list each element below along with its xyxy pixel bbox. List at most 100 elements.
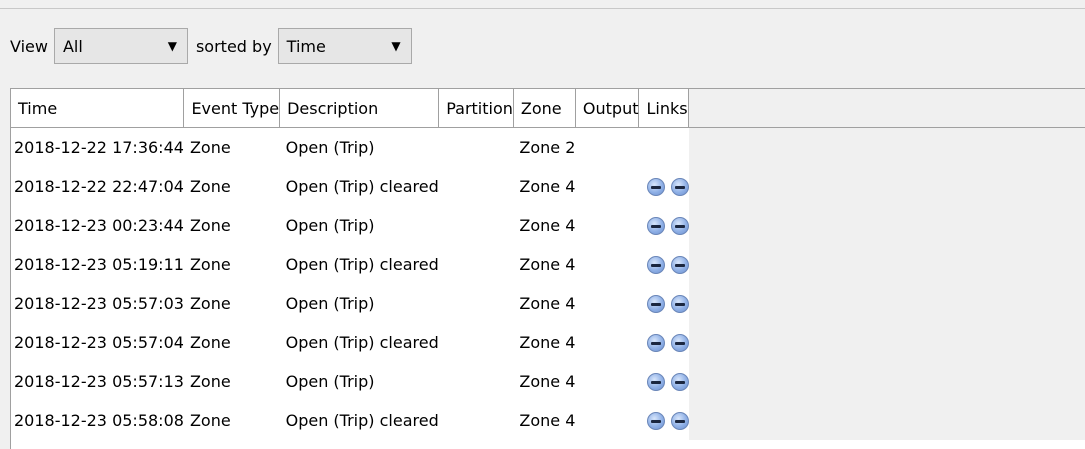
time-cell: 2018-12-23 00:23:44 [11,206,184,245]
filter-toolbar: View All ▼ sorted by Time ▼ [10,26,420,66]
partition-cell [438,284,514,323]
description-cell: Open (Trip) [279,206,439,245]
header-filler [688,89,1085,128]
description-cell: Open (Trip) [279,127,439,167]
column-header-description[interactable]: Description [279,89,440,128]
zone-cell: Zone 2 [513,127,576,167]
row-filler [688,167,1085,206]
zone-cell: Zone 4 [513,206,576,245]
camera-link-icon[interactable] [670,255,689,274]
table-row[interactable]: 2018-12-22 17:36:44 Zone Open (Trip) Zone 2 [11,127,1085,167]
dropdown-arrow-icon: ▼ [167,39,177,53]
time-cell: 2018-12-22 22:47:04 [11,167,184,206]
partition-cell [438,362,514,401]
event-type-cell: Zone [183,323,280,362]
links-cell [638,167,689,206]
zone-cell: Zone 4 [513,284,576,323]
table-row[interactable]: 2018-12-23 05:57:03 Zone Open (Trip) Zone 4 [11,284,1085,323]
column-header-time[interactable]: Time [11,89,185,128]
event-table: Time Event Type Description Partition Zo… [10,88,1085,449]
time-cell: 2018-12-23 05:57:13 [11,362,184,401]
table-row[interactable]: 2018-12-23 05:19:11 Zone Open (Trip) clear… [11,245,1085,284]
links-cell [638,245,689,284]
description-cell: Open (Trip) cleared [279,323,439,362]
camera-link-icon[interactable] [670,411,689,430]
row-filler [688,127,1085,167]
time-cell: 2018-12-23 05:19:11 [11,245,184,284]
sort-select-value: Time [286,36,326,56]
sort-select[interactable]: Time ▼ [277,28,412,64]
event-type-cell: Zone [183,245,280,284]
sorted-by-label: sorted by [195,36,272,56]
event-type-cell: Zone [183,401,280,440]
view-label: View [10,36,48,56]
description-cell: Open (Trip) [279,284,439,323]
camera-link-icon[interactable] [646,255,665,274]
camera-link-icon[interactable] [670,216,689,235]
camera-link-icon[interactable] [670,372,689,391]
camera-link-icon[interactable] [646,216,665,235]
partition-cell [438,127,514,167]
event-type-cell: Zone [183,206,280,245]
output-cell [575,401,639,440]
description-cell: Open (Trip) cleared [279,167,439,206]
partition-cell [438,323,514,362]
links-cell [638,323,689,362]
column-header-links[interactable]: Links [638,89,690,128]
column-header-partition[interactable]: Partition [438,89,514,128]
zone-cell: Zone 4 [513,323,576,362]
view-select[interactable]: All ▼ [53,28,188,64]
partition-cell [438,401,514,440]
row-filler [688,323,1085,362]
camera-link-icon[interactable] [646,177,665,196]
table-row[interactable]: 2018-12-22 22:47:04 Zone Open (Trip) clear… [11,167,1085,206]
column-header-output[interactable]: Output [575,89,640,128]
camera-link-icon[interactable] [646,294,665,313]
output-cell [575,362,639,401]
row-filler [688,401,1085,440]
table-header-row: Time Event Type Description Partition Zo… [11,89,1085,128]
output-cell [575,206,639,245]
description-cell: Open (Trip) cleared [279,245,439,284]
table-row[interactable]: 2018-12-23 00:23:44 Zone Open (Trip) Zone 4 [11,206,1085,245]
output-cell [575,167,639,206]
column-header-zone[interactable]: Zone [513,89,576,128]
links-cell [638,401,689,440]
camera-link-icon[interactable] [646,372,665,391]
event-type-cell: Zone [183,362,280,401]
row-filler [688,284,1085,323]
row-filler [688,206,1085,245]
partition-cell [438,245,514,284]
event-type-cell: Zone [183,284,280,323]
links-cell [638,284,689,323]
time-cell: 2018-12-23 05:57:03 [11,284,184,323]
partition-cell [438,206,514,245]
description-cell: Open (Trip) cleared [279,401,439,440]
view-select-value: All [62,36,83,56]
camera-link-icon[interactable] [670,294,689,313]
table-row[interactable]: 2018-12-23 05:58:08 Zone Open (Trip) clear… [11,401,1085,440]
camera-link-icon[interactable] [646,333,665,352]
event-type-cell: Zone [183,127,280,167]
top-divider [0,8,1085,9]
output-cell [575,127,639,167]
time-cell: 2018-12-23 05:57:04 [11,323,184,362]
links-cell [638,362,689,401]
zone-cell: Zone 4 [513,245,576,284]
event-type-cell: Zone [183,167,280,206]
dropdown-arrow-icon: ▼ [391,39,401,53]
row-filler [688,362,1085,401]
partition-cell [438,167,514,206]
zone-cell: Zone 4 [513,167,576,206]
output-cell [575,323,639,362]
output-cell [575,284,639,323]
time-cell: 2018-12-22 17:36:44 [11,127,184,167]
table-row[interactable]: 2018-12-23 05:57:13 Zone Open (Trip) Zone 4 [11,362,1085,401]
row-filler [688,245,1085,284]
camera-link-icon[interactable] [646,411,665,430]
camera-link-icon[interactable] [670,177,689,196]
table-row[interactable]: 2018-12-23 05:57:04 Zone Open (Trip) clear… [11,323,1085,362]
column-header-event-type[interactable]: Event Type [183,89,281,128]
camera-link-icon[interactable] [670,333,689,352]
time-cell: 2018-12-23 05:58:08 [11,401,184,440]
